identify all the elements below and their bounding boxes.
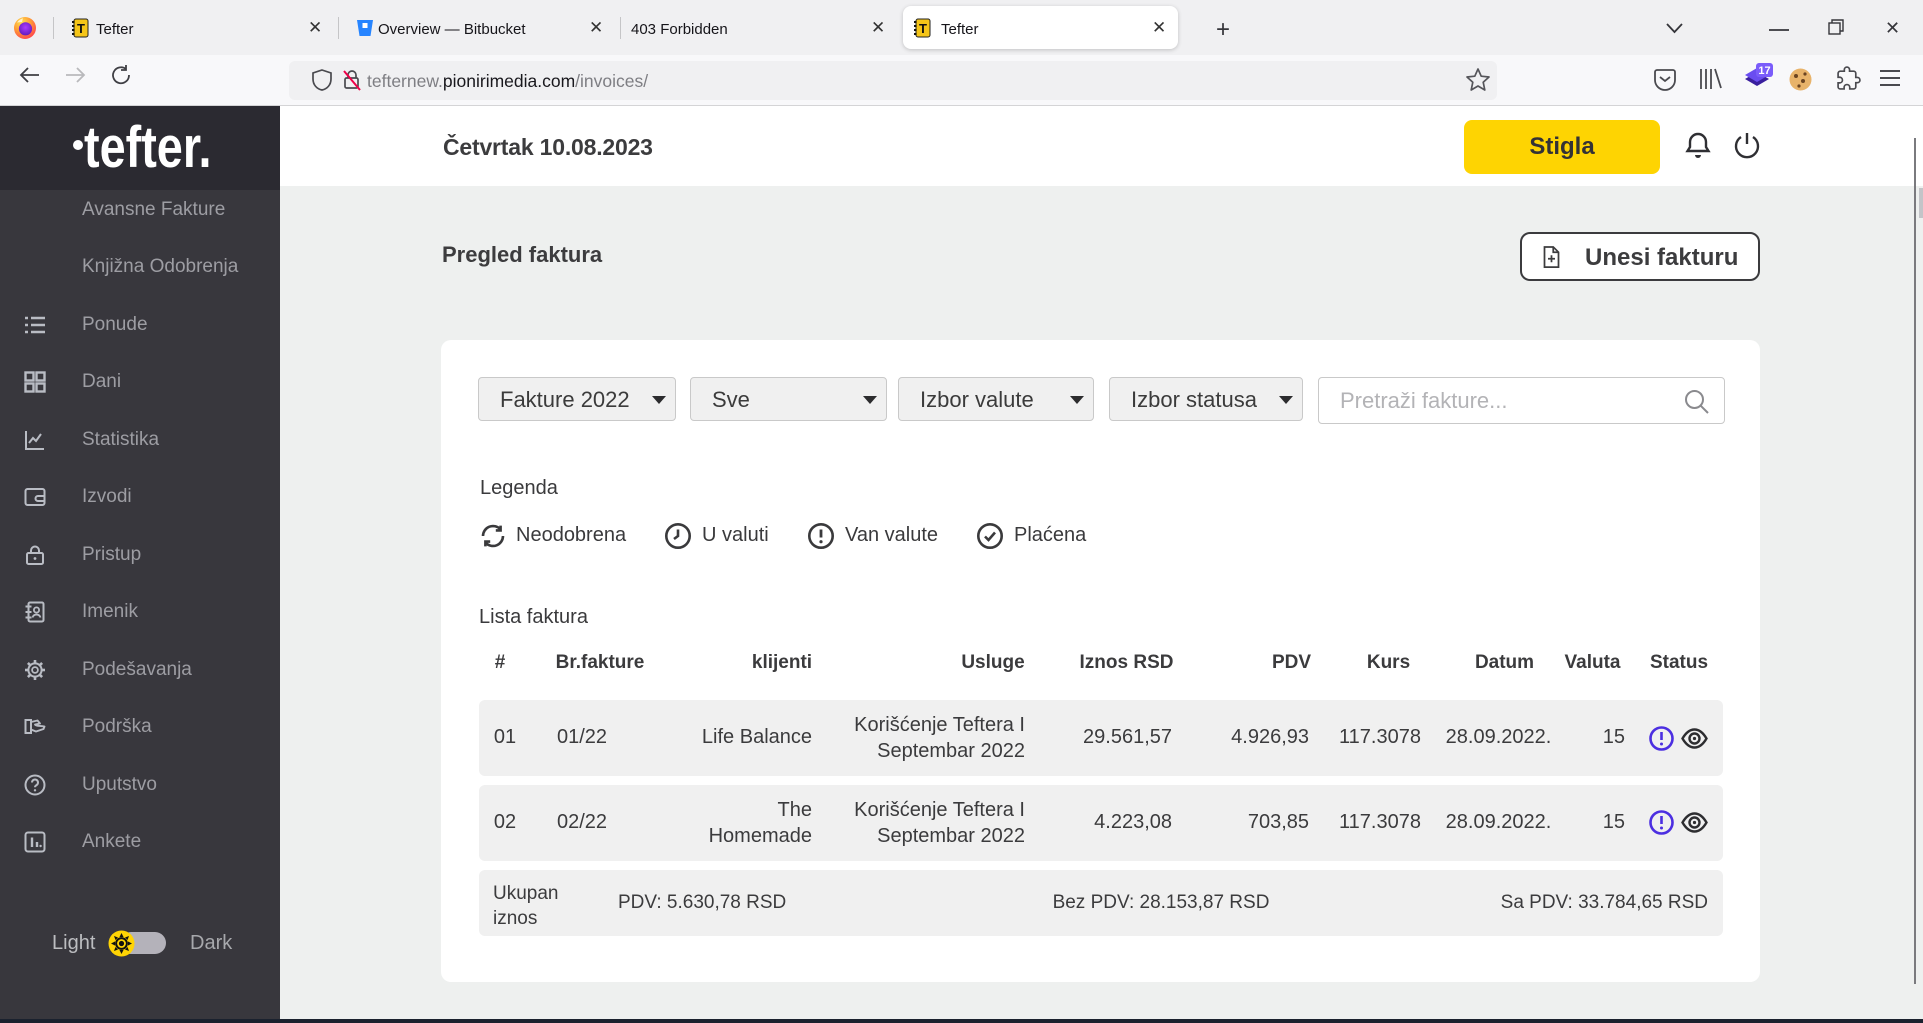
svg-text:17: 17: [1758, 65, 1770, 77]
svg-text:T: T: [919, 21, 927, 36]
svg-text:T: T: [77, 21, 85, 36]
